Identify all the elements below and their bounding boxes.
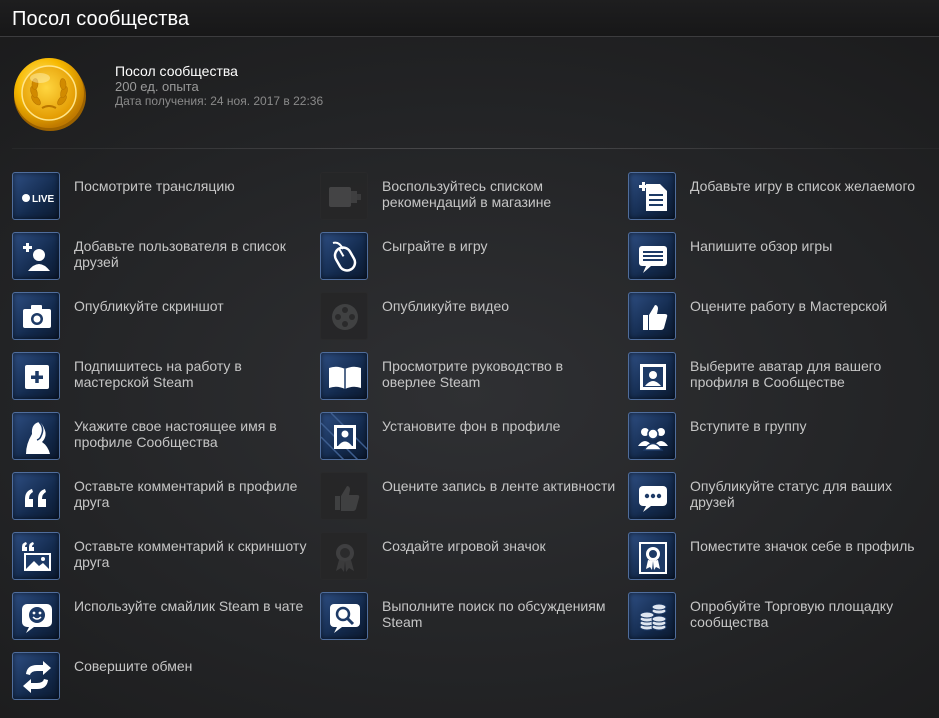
- task-item: Оставьте комментарий к скриншоту друга: [12, 532, 312, 582]
- task-label: Оставьте комментарий к скриншоту друга: [74, 538, 307, 570]
- film-reel-icon: [320, 292, 368, 340]
- thumbs-up-icon: [628, 292, 676, 340]
- task-item: Выполните поиск по обсуждениям Steam: [320, 592, 620, 642]
- task-label: Совершите обмен: [74, 658, 193, 674]
- task-label: Опубликуйте статус для ваших друзей: [690, 478, 893, 510]
- background-icon: [320, 412, 368, 460]
- badge-unlock-date: Дата получения: 24 ноя. 2017 в 22:36: [115, 94, 324, 108]
- task-label: Укажите свое настоящее имя в профиле Соо…: [74, 418, 277, 450]
- task-label: Добавьте игру в список желаемого: [690, 178, 916, 194]
- task-item: Подпишитесь на работу в мастерской Steam: [12, 352, 312, 402]
- task-item: Сыграйте в игру: [320, 232, 620, 282]
- page-header: Посол сообщества: [0, 0, 939, 37]
- task-label: Вступите в группу: [690, 418, 807, 434]
- task-item: Оставьте комментарий в профиле друга: [12, 472, 312, 522]
- task-label: Выберите аватар для вашего профиля в Соо…: [690, 358, 882, 390]
- task-item: Поместите значок себе в профиль: [628, 532, 928, 582]
- task-label: Просмотрите руководство в оверлее Steam: [382, 358, 564, 390]
- page-title: Посол сообщества: [12, 8, 190, 30]
- task-label: Опубликуйте скриншот: [74, 298, 224, 314]
- task-label: Добавьте пользователя в список друзей: [74, 238, 286, 270]
- screenshot-comment-icon: [12, 532, 60, 580]
- badge-details: Посол сообщества 200 ед. опыта Дата полу…: [115, 63, 323, 108]
- group-icon: [628, 412, 676, 460]
- task-item: Опробуйте Торговую площадку сообщества: [628, 592, 928, 642]
- badge-name: Посол сообщества: [115, 63, 238, 79]
- task-item: Совершите обмен: [12, 652, 312, 702]
- task-item: Напишите обзор игры: [628, 232, 928, 282]
- task-label: Поместите значок себе в профиль: [690, 538, 915, 554]
- task-item: Оцените работу в Мастерской: [628, 292, 928, 342]
- task-item: Вступите в группу: [628, 412, 928, 462]
- profile-silhouette-icon: [12, 412, 60, 460]
- review-icon: [628, 232, 676, 280]
- badge-summary: Посол сообщества 200 ед. опыта Дата полу…: [12, 48, 912, 131]
- task-label: Напишите обзор игры: [690, 238, 833, 254]
- svg-text:LIVE: LIVE: [32, 194, 55, 205]
- task-label: Подпишитесь на работу в мастерской Steam: [74, 358, 242, 390]
- badge-craft-icon: [320, 532, 368, 580]
- task-item: Просмотрите руководство в оверлее Steam: [320, 352, 620, 402]
- task-label: Опробуйте Торговую площадку сообщества: [690, 598, 894, 630]
- task-label: Посмотрите трансляцию: [74, 178, 235, 194]
- wishlist-icon: [628, 172, 676, 220]
- book-icon: [320, 352, 368, 400]
- camera-icon: [12, 292, 60, 340]
- task-item: Опубликуйте скриншот: [12, 292, 312, 342]
- badge-page: Посол сообщества Посол сообщества 200 ед…: [0, 0, 939, 718]
- task-item: Укажите свое настоящее имя в профиле Соо…: [12, 412, 312, 462]
- badge-ribbon-icon: [628, 532, 676, 580]
- task-item: Установите фон в профиле: [320, 412, 620, 462]
- status-bubble-icon: [628, 472, 676, 520]
- task-item: Добавьте пользователя в список друзей: [12, 232, 312, 282]
- task-label: Оцените запись в ленте активности: [382, 478, 616, 494]
- task-label: Оцените работу в Мастерской: [690, 298, 888, 314]
- task-item: Воспользуйтесь списком рекомендаций в ма…: [320, 172, 620, 222]
- queue-icon: [320, 172, 368, 220]
- rate-activity-icon: [320, 472, 368, 520]
- task-item: Выберите аватар для вашего профиля в Соо…: [628, 352, 928, 402]
- task-item: Опубликуйте видео: [320, 292, 620, 342]
- quote-icon: [12, 472, 60, 520]
- emoticon-icon: [12, 592, 60, 640]
- add-friend-icon: [12, 232, 60, 280]
- task-item: Добавьте игру в список желаемого: [628, 172, 928, 222]
- task-label: Опубликуйте видео: [382, 298, 510, 314]
- task-item: Опубликуйте статус для ваших друзей: [628, 472, 928, 522]
- task-item: Используйте смайлик Steam в чате: [12, 592, 312, 642]
- gold-laurel-medal-icon: [14, 58, 86, 131]
- task-label: Оставьте комментарий в профиле друга: [74, 478, 298, 510]
- badge-xp: 200 ед. опыта: [115, 79, 199, 94]
- trade-arrows-icon: [12, 652, 60, 700]
- live-icon: LIVE: [12, 172, 60, 220]
- task-label: Сыграйте в игру: [382, 238, 488, 254]
- mouse-icon: [320, 232, 368, 280]
- search-icon: [320, 592, 368, 640]
- avatar-frame-icon: [628, 352, 676, 400]
- task-item: LIVE Посмотрите трансляцию: [12, 172, 312, 222]
- task-label: Используйте смайлик Steam в чате: [74, 598, 304, 614]
- task-label: Воспользуйтесь списком рекомендаций в ма…: [382, 178, 552, 210]
- task-label: Выполните поиск по обсуждениям Steam: [382, 598, 606, 630]
- section-divider: [12, 148, 939, 149]
- task-label: Установите фон в профиле: [382, 418, 561, 434]
- task-item: Создайте игровой значок: [320, 532, 620, 582]
- subscribe-plus-icon: [12, 352, 60, 400]
- task-label: Создайте игровой значок: [382, 538, 546, 554]
- coins-icon: [628, 592, 676, 640]
- task-item: Оцените запись в ленте активности: [320, 472, 620, 522]
